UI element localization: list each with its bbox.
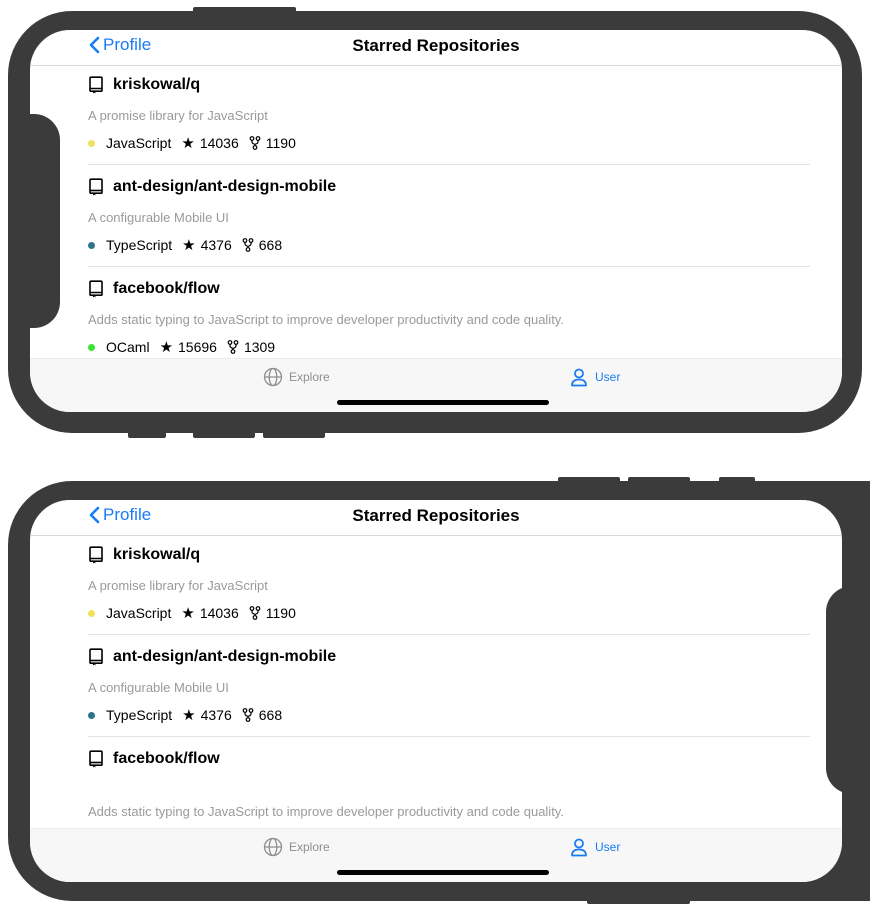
repo-forks: 1190 xyxy=(265,605,296,621)
repo-item[interactable]: kriskowal/q A promise library for JavaSc… xyxy=(88,74,804,174)
language-color-dot xyxy=(88,343,95,351)
tab-user[interactable]: User xyxy=(569,367,620,387)
repo-book-icon xyxy=(89,750,103,768)
page-title: Starred Repositories xyxy=(352,36,520,55)
star-icon: ★ xyxy=(182,707,196,724)
row-divider xyxy=(88,164,810,165)
repo-language: TypeScript xyxy=(106,237,173,253)
repo-title: kriskowal/q xyxy=(88,544,200,566)
repo-title: ant-design/ant-design-mobile xyxy=(88,176,336,198)
tab-user-label: User xyxy=(595,840,621,854)
repo-description: A configurable Mobile UI xyxy=(88,680,229,695)
repo-name[interactable]: kriskowal/q xyxy=(113,546,200,564)
row-divider xyxy=(88,266,810,267)
repo-name[interactable]: facebook/flow xyxy=(113,750,220,768)
globe-icon xyxy=(263,837,283,857)
repo-title: ant-design/ant-design-mobile xyxy=(88,646,336,668)
repo-book-icon xyxy=(89,76,103,94)
star-icon: ★ xyxy=(182,237,196,254)
language-color-dot xyxy=(88,241,95,249)
repo-forks: 668 xyxy=(258,707,283,723)
repo-stats: TypeScript ★ 4376 668 xyxy=(88,706,282,724)
repo-language: JavaScript xyxy=(106,135,172,151)
phone-screen: Profile Starred Repositories kriskowal/q… xyxy=(30,30,842,412)
repo-title: kriskowal/q xyxy=(88,74,200,96)
fork-icon xyxy=(242,238,254,252)
star-icon: ★ xyxy=(159,339,174,356)
row-divider xyxy=(88,736,810,737)
tab-user-label: User xyxy=(595,370,621,384)
star-icon: ★ xyxy=(181,135,195,152)
home-indicator[interactable] xyxy=(337,870,549,875)
navigation-bar: Profile Starred Repositories xyxy=(30,30,842,66)
repo-name[interactable]: facebook/flow xyxy=(113,280,220,298)
repo-stats: OCaml ★ 15696 1309 xyxy=(88,338,275,356)
repo-stats: JavaScript ★ 14036 1190 xyxy=(88,134,296,152)
repo-stars: 14036 xyxy=(199,605,239,621)
tab-explore[interactable]: Explore xyxy=(263,837,330,857)
language-color-dot xyxy=(88,711,95,719)
repo-language: JavaScript xyxy=(106,605,172,621)
repo-language: OCaml xyxy=(106,339,150,355)
repo-stars: 4376 xyxy=(200,237,232,253)
globe-icon xyxy=(263,367,283,387)
language-color-dot xyxy=(88,139,95,147)
navigation-bar: Profile Starred Repositories xyxy=(30,500,842,536)
repo-forks: 668 xyxy=(258,237,283,253)
device-notch xyxy=(28,114,60,328)
page-title: Starred Repositories xyxy=(352,506,520,525)
repo-name[interactable]: ant-design/ant-design-mobile xyxy=(113,178,336,196)
repo-book-icon xyxy=(89,648,103,666)
repo-item[interactable]: ant-design/ant-design-mobile A configura… xyxy=(88,646,804,746)
fork-icon xyxy=(227,340,239,354)
repo-stats: TypeScript ★ 4376 668 xyxy=(88,236,282,254)
star-icon: ★ xyxy=(181,605,195,622)
tab-explore-label: Explore xyxy=(289,370,330,384)
device-notch xyxy=(826,586,870,794)
repo-title: facebook/flow xyxy=(88,278,220,300)
tab-explore[interactable]: Explore xyxy=(263,367,330,387)
fork-icon xyxy=(249,606,261,620)
repo-stars: 4376 xyxy=(200,707,232,723)
tab-user[interactable]: User xyxy=(569,837,620,857)
tab-explore-label: Explore xyxy=(289,840,330,854)
repo-title: facebook/flow xyxy=(88,748,220,770)
phone-screen: Profile Starred Repositories kriskowal/q… xyxy=(30,500,842,882)
repo-stars: 15696 xyxy=(178,339,217,355)
language-color-dot xyxy=(88,609,95,617)
repo-stars: 14036 xyxy=(199,135,239,151)
repo-forks: 1190 xyxy=(265,135,296,151)
repo-book-icon xyxy=(89,178,103,196)
repo-description: A promise library for JavaScript xyxy=(88,108,268,123)
repo-name[interactable]: kriskowal/q xyxy=(113,76,200,94)
repo-description: A promise library for JavaScript xyxy=(88,578,268,593)
user-icon xyxy=(571,368,587,387)
fork-icon xyxy=(242,708,254,722)
repo-item[interactable]: ant-design/ant-design-mobile A configura… xyxy=(88,176,804,276)
repo-book-icon xyxy=(89,280,103,298)
fork-icon xyxy=(249,136,261,150)
row-divider xyxy=(88,634,810,635)
repo-language: TypeScript xyxy=(106,707,173,723)
repo-description: Adds static typing to JavaScript to impr… xyxy=(88,312,564,327)
repo-forks: 1309 xyxy=(243,339,276,355)
repo-stats: JavaScript ★ 14036 1190 xyxy=(88,604,296,622)
home-indicator[interactable] xyxy=(337,400,549,405)
repo-description: A configurable Mobile UI xyxy=(88,210,229,225)
repo-name[interactable]: ant-design/ant-design-mobile xyxy=(113,648,336,666)
repo-item[interactable]: kriskowal/q A promise library for JavaSc… xyxy=(88,544,804,644)
user-icon xyxy=(571,838,587,857)
repo-book-icon xyxy=(89,546,103,564)
repo-description: Adds static typing to JavaScript to impr… xyxy=(88,804,564,819)
